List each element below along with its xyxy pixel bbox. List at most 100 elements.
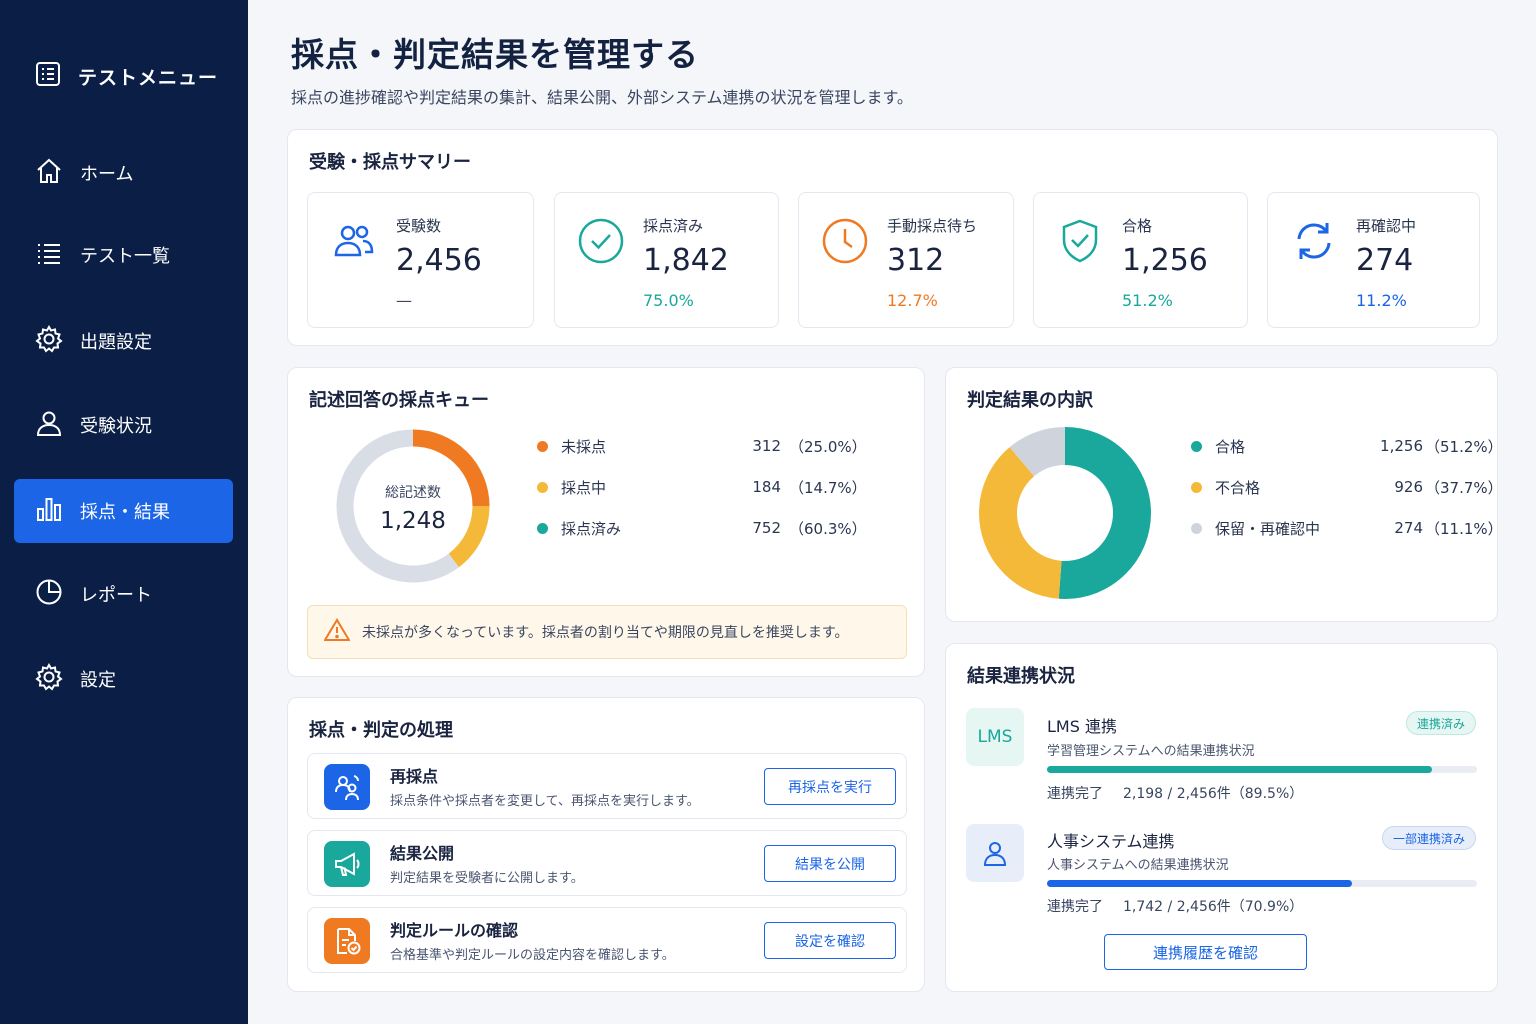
action-publish: 結果公開 判定結果を受験者に公開します。 結果を公開 <box>307 830 907 896</box>
stat-value: 312 <box>887 243 945 278</box>
integration-item-desc: 人事システムへの結果連携状況 <box>1047 858 1229 873</box>
legend-label: 不合格 <box>1215 478 1261 497</box>
stat-value: 1,742 / 2,456件（70.9%） <box>1123 899 1304 915</box>
legend-value: 312 <box>752 437 781 455</box>
shield-check-icon <box>1056 217 1104 265</box>
progress-bar <box>1047 766 1477 773</box>
breakdown-legend-row: 保留・再確認中 274 （11.1%） <box>1191 518 1503 538</box>
legend-label: 採点中 <box>561 478 607 497</box>
sidebar-item-label: 採点・結果 <box>80 502 170 523</box>
legend-pct: （11.1%） <box>1425 519 1503 538</box>
action-title: 判定ルールの確認 <box>390 921 519 940</box>
stat-label: 連携完了 <box>1047 786 1103 802</box>
stat-pct: 12.7% <box>887 291 938 310</box>
alert-text: 未採点が多くなっています。採点者の割り当てや期限の見直しを推奨します。 <box>362 625 849 641</box>
legend-label: 採点済み <box>561 519 622 538</box>
legend-value: 926 <box>1394 478 1423 496</box>
publish-results-button[interactable]: 結果を公開 <box>764 845 896 882</box>
lms-logo: LMS <box>966 708 1024 766</box>
action-title: 結果公開 <box>390 844 455 863</box>
queue-legend-row: 未採点 312 （25.0%） <box>537 436 877 456</box>
stat-value: 2,198 / 2,456件（89.5%） <box>1123 786 1304 802</box>
sidebar-item-settings[interactable]: 設定 <box>14 647 233 711</box>
progress-fill <box>1047 766 1432 773</box>
progress-bar <box>1047 880 1477 887</box>
sidebar-item-label: ホーム <box>80 164 134 185</box>
integration-title: 結果連携状況 <box>967 666 1075 687</box>
stat-rechecking: 再確認中 274 11.2% <box>1267 192 1480 328</box>
legend-value: 1,256 <box>1380 437 1423 455</box>
menu-list-icon <box>34 60 62 93</box>
legend-label: 合格 <box>1215 437 1246 456</box>
sidebar-item-exam-status[interactable]: 受験状況 <box>14 393 233 457</box>
integration-item-title: LMS 連携 <box>1047 717 1117 736</box>
stat-pct: 51.2% <box>1122 291 1173 310</box>
clock-icon <box>821 217 869 265</box>
user-icon <box>966 824 1024 882</box>
actions-title: 採点・判定の処理 <box>309 720 453 741</box>
stat-examinees: 受験数 2,456 — <box>307 192 534 328</box>
scoring-queue-card: 記述回答の採点キュー 総記述数 1,248 未採点 312 （25.0%） 採点… <box>287 367 925 677</box>
sidebar-item-question-settings[interactable]: 出題設定 <box>14 309 233 373</box>
legend-pct: （51.2%） <box>1425 437 1503 456</box>
bar-chart-icon <box>34 494 64 529</box>
stat-label: 採点済み <box>643 217 704 235</box>
queue-legend-row: 採点中 184 （14.7%） <box>537 477 877 497</box>
stat-value: 2,456 <box>396 243 482 278</box>
gear-icon <box>34 662 64 697</box>
integration-card: 結果連携状況 LMS LMS 連携 学習管理システムへの結果連携状況 連携済み … <box>945 643 1498 992</box>
action-judgment-rules: 判定ルールの確認 合格基準や判定ルールの設定内容を確認します。 設定を確認 <box>307 907 907 973</box>
stat-label: 受験数 <box>396 217 442 235</box>
legend-value: 184 <box>752 478 781 496</box>
breakdown-legend-row: 合格 1,256 （51.2%） <box>1191 436 1503 456</box>
legend-pct: （14.7%） <box>789 478 867 497</box>
breakdown-title: 判定結果の内訳 <box>967 390 1093 411</box>
queue-center-value: 1,248 <box>380 508 446 534</box>
breakdown-legend-row: 不合格 926 （37.7%） <box>1191 477 1503 497</box>
queue-title: 記述回答の採点キュー <box>309 390 489 411</box>
legend-value: 752 <box>752 519 781 537</box>
sidebar-item-label: 設定 <box>80 670 116 691</box>
integration-history-button[interactable]: 連携履歴を確認 <box>1104 934 1307 970</box>
legend-pct: （37.7%） <box>1425 478 1503 497</box>
legend-label: 保留・再確認中 <box>1215 519 1321 538</box>
stat-passed: 合格 1,256 51.2% <box>1033 192 1248 328</box>
sidebar-item-test-list[interactable]: テスト一覧 <box>14 223 233 287</box>
stat-label: 合格 <box>1122 217 1153 235</box>
stat-pct: — <box>396 291 412 310</box>
integration-stat: 連携完了 1,742 / 2,456件（70.9%） <box>1047 896 1303 916</box>
sidebar-item-label: 出題設定 <box>80 332 152 353</box>
document-check-icon <box>324 918 370 964</box>
action-title: 再採点 <box>390 767 439 786</box>
stat-label: 再確認中 <box>1356 217 1417 235</box>
stat-value: 1,256 <box>1122 243 1208 278</box>
action-desc: 採点条件や採点者を変更して、再採点を実行します。 <box>390 794 700 809</box>
stat-label: 手動採点待ち <box>887 217 978 235</box>
status-badge: 一部連携済み <box>1381 826 1476 850</box>
legend-dot <box>537 522 548 534</box>
stat-pct: 75.0% <box>643 291 694 310</box>
stat-scored: 採点済み 1,842 75.0% <box>554 192 779 328</box>
legend-dot <box>537 440 548 452</box>
queue-donut-chart <box>336 429 490 583</box>
sidebar-item-scoring-results[interactable]: 採点・結果 <box>14 479 233 543</box>
rescore-users-icon <box>324 764 370 810</box>
pie-chart-icon <box>34 577 64 612</box>
summary-title: 受験・採点サマリー <box>309 152 471 173</box>
sidebar: テストメニュー ホーム テスト一覧 出題設定 受験状況 採点・結果 レポート 設… <box>0 0 248 1024</box>
integration-stat: 連携完了 2,198 / 2,456件（89.5%） <box>1047 783 1303 803</box>
page-subtitle: 採点の進捗確認や判定結果の集計、結果公開、外部システム連携の状況を管理します。 <box>291 88 913 107</box>
summary-card: 受験・採点サマリー 受験数 2,456 — 採点済み 1,842 75.0% 手… <box>287 129 1498 346</box>
actions-card: 採点・判定の処理 再採点 採点条件や採点者を変更して、再採点を実行します。 再採… <box>287 697 925 992</box>
sidebar-item-report[interactable]: レポート <box>14 562 233 626</box>
legend-dot <box>1191 481 1202 493</box>
sidebar-item-home[interactable]: ホーム <box>14 141 233 205</box>
check-circle-icon <box>577 217 625 265</box>
run-rescore-button[interactable]: 再採点を実行 <box>764 768 896 805</box>
stat-value: 1,842 <box>643 243 729 278</box>
check-settings-button[interactable]: 設定を確認 <box>764 922 896 959</box>
stat-manual-pending: 手動採点待ち 312 12.7% <box>798 192 1014 328</box>
megaphone-icon <box>324 841 370 887</box>
stat-label: 連携完了 <box>1047 899 1103 915</box>
refresh-icon <box>1290 217 1338 265</box>
